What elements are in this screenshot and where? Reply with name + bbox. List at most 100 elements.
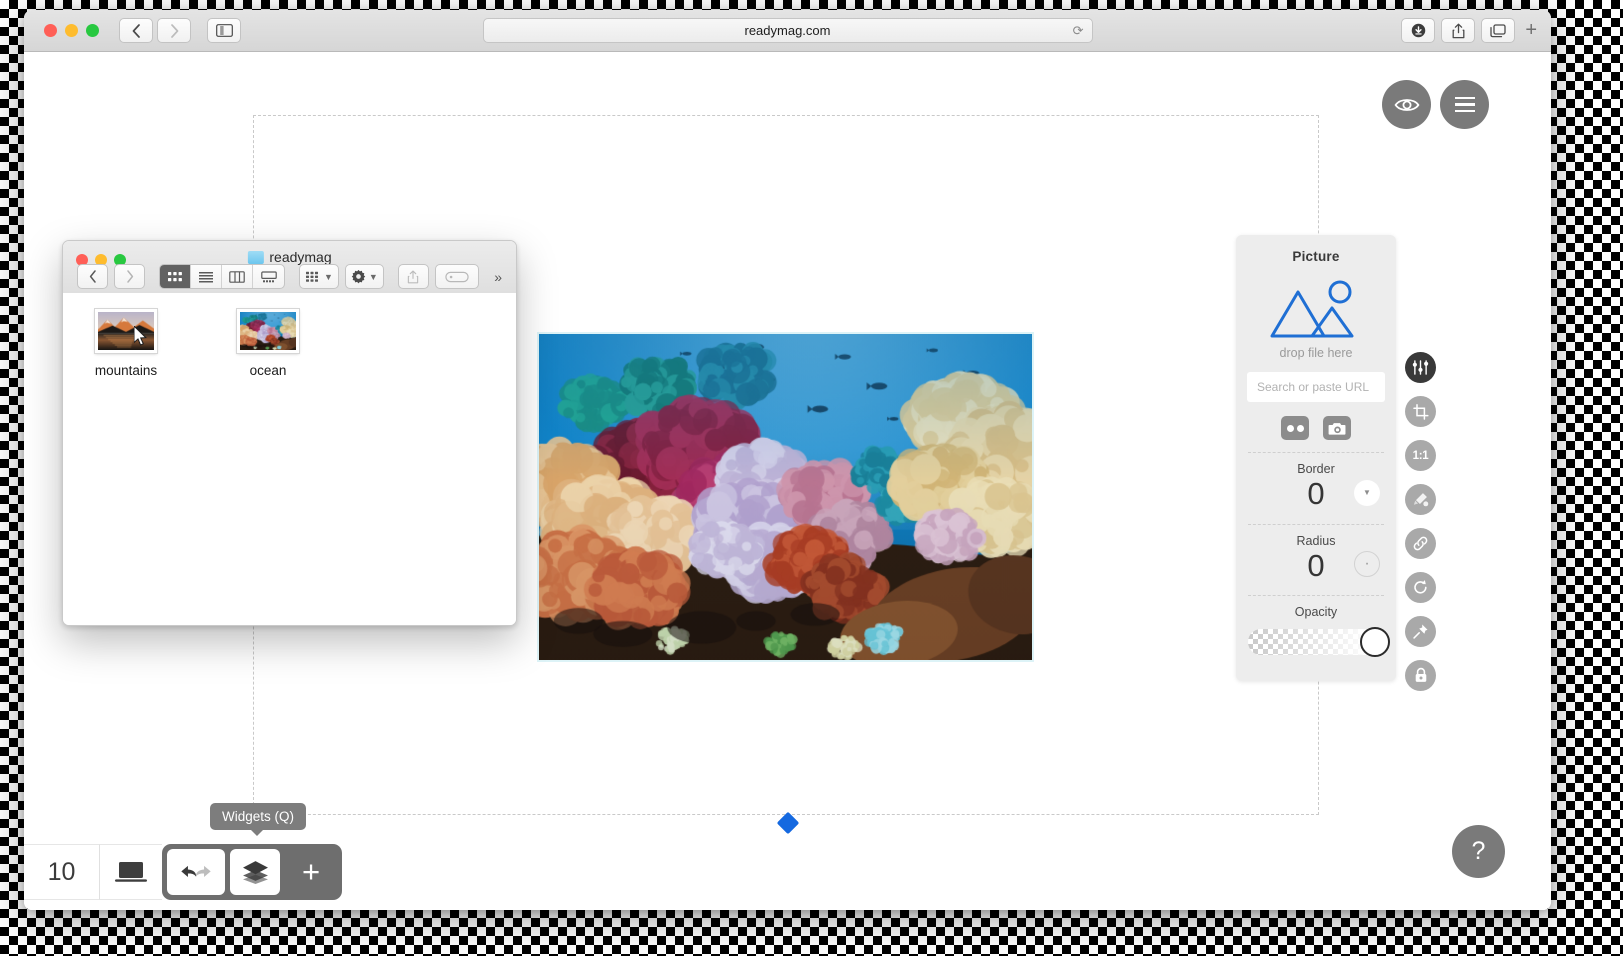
chevron-down-icon: ▼ [324, 271, 333, 282]
close-window-button[interactable] [44, 24, 57, 37]
forward-button[interactable] [157, 18, 191, 43]
border-label: Border [1297, 462, 1335, 476]
undo-redo-button[interactable] [167, 849, 225, 895]
main-menu-button[interactable] [1440, 80, 1489, 129]
border-field[interactable]: Border 0 ▼ [1236, 453, 1396, 524]
finder-tag-button[interactable] [434, 264, 479, 289]
screenshot-root: readymag.com ⟳ + readymag ▼ ▼ » mountain… [0, 0, 1623, 956]
file-name: mountains [94, 363, 158, 378]
camera-icon[interactable] [1323, 416, 1351, 440]
laptop-icon [115, 862, 147, 882]
picture-inspector-panel: Picture drop file here Search or paste U… [1236, 235, 1396, 682]
chevron-down-icon: ▼ [368, 271, 378, 282]
drop-hint-text: drop file here [1279, 346, 1353, 360]
arrange-icon [306, 271, 318, 282]
folder-icon [247, 250, 264, 264]
browser-nav-group [119, 18, 191, 43]
gallery-view-icon[interactable] [253, 265, 284, 288]
browser-titlebar: readymag.com ⟳ + [24, 10, 1551, 52]
flickr-icon[interactable] [1281, 416, 1309, 440]
bottom-toolbar: 10 + Widgets (Q) [24, 803, 342, 900]
finder-file-area: mountains ocean [63, 293, 516, 625]
aspect-ratio-label: 1:1 [1412, 449, 1429, 462]
double-chevron-icon[interactable]: » [494, 269, 502, 285]
new-tab-button[interactable]: + [1525, 19, 1537, 42]
editor-canvas: readymag ▼ ▼ » mountains ocean Picture d… [24, 52, 1551, 910]
adjustments-icon[interactable] [1405, 352, 1436, 383]
window-traffic-lights [44, 24, 99, 37]
finder-back-button[interactable] [77, 264, 108, 289]
device-preview-button[interactable] [100, 844, 162, 900]
lock-icon[interactable] [1405, 660, 1436, 691]
picture-placeholder-icon[interactable] [1236, 278, 1396, 340]
download-icon[interactable] [1401, 18, 1436, 43]
back-button[interactable] [119, 18, 153, 43]
opacity-label: Opacity [1294, 605, 1338, 620]
list-item[interactable]: mountains [83, 308, 169, 378]
browser-right-controls: + [1401, 18, 1537, 43]
undo-redo-icon [181, 865, 211, 878]
mouse-cursor-icon [134, 326, 147, 346]
search-url-input[interactable]: Search or paste URL [1247, 372, 1385, 402]
preview-button[interactable] [1382, 80, 1431, 129]
eye-icon [1394, 98, 1419, 111]
finder-window-title: readymag [269, 249, 332, 265]
gear-icon [351, 269, 366, 284]
tag-icon [445, 271, 469, 282]
image-tool-rail: 1:1 [1405, 352, 1436, 691]
file-list: mountains ocean [83, 308, 516, 378]
finder-share-button[interactable] [397, 264, 429, 289]
finder-toolbar: ▼ ▼ » [63, 264, 516, 289]
file-thumbnail [94, 308, 158, 354]
finder-window[interactable]: readymag ▼ ▼ » mountains ocean [62, 240, 517, 626]
sidebar-toggle-button[interactable] [207, 18, 241, 43]
finder-forward-button[interactable] [114, 264, 145, 289]
share-icon[interactable] [1441, 18, 1476, 43]
color-picker-icon[interactable] [1405, 484, 1436, 515]
minimize-window-button[interactable] [65, 24, 78, 37]
arrange-button[interactable]: ▼ [299, 264, 339, 289]
action-menu-button[interactable]: ▼ [344, 264, 384, 289]
hamburger-menu-icon [1454, 96, 1475, 113]
maximize-window-button[interactable] [86, 24, 99, 37]
page-count[interactable]: 10 [24, 844, 100, 900]
finder-title-label: readymag [247, 249, 332, 265]
file-name: ocean [249, 363, 287, 378]
url-bar[interactable]: readymag.com ⟳ [482, 18, 1093, 43]
add-widget-button[interactable]: + [285, 849, 337, 895]
search-url-placeholder: Search or paste URL [1257, 380, 1370, 394]
column-view-icon[interactable] [222, 265, 253, 288]
icon-view-icon[interactable] [160, 265, 191, 288]
crop-icon[interactable] [1405, 396, 1436, 427]
finder-titlebar: readymag ▼ ▼ » [63, 241, 516, 293]
finder-view-switcher [159, 264, 285, 289]
coral-reef-image [539, 334, 1032, 660]
list-item[interactable]: ocean [225, 308, 311, 378]
image-source-buttons [1236, 416, 1396, 440]
opacity-slider-handle[interactable] [1360, 627, 1390, 658]
widgets-tooltip: Widgets (Q) [210, 803, 307, 836]
layers-icon [242, 861, 268, 884]
border-style-dropdown[interactable]: ▼ [1354, 479, 1380, 506]
tabs-icon[interactable] [1481, 18, 1516, 43]
help-label: ? [1471, 837, 1486, 865]
radius-field[interactable]: Radius 0 · [1236, 525, 1396, 596]
url-text: readymag.com [744, 23, 831, 38]
file-thumbnail [236, 308, 300, 354]
reload-icon[interactable]: ⟳ [1073, 23, 1084, 39]
opacity-field[interactable]: Opacity [1236, 596, 1396, 671]
picture-widget[interactable] [537, 332, 1034, 662]
diamond-anchor-icon[interactable] [776, 811, 800, 835]
ocean-thumbnail-image [240, 312, 296, 350]
radius-label: Radius [1296, 533, 1336, 548]
browser-window: readymag.com ⟳ + readymag ▼ ▼ » mountain… [24, 10, 1551, 910]
widgets-button[interactable] [230, 849, 280, 895]
aspect-ratio-icon[interactable]: 1:1 [1405, 440, 1436, 471]
help-button[interactable]: ? [1452, 825, 1505, 878]
pin-icon[interactable] [1405, 616, 1436, 647]
opacity-slider[interactable] [1248, 627, 1390, 658]
panel-title: Picture [1292, 249, 1340, 264]
link-icon[interactable] [1405, 528, 1436, 559]
list-view-icon[interactable] [191, 265, 222, 288]
rotate-icon[interactable] [1405, 572, 1436, 603]
